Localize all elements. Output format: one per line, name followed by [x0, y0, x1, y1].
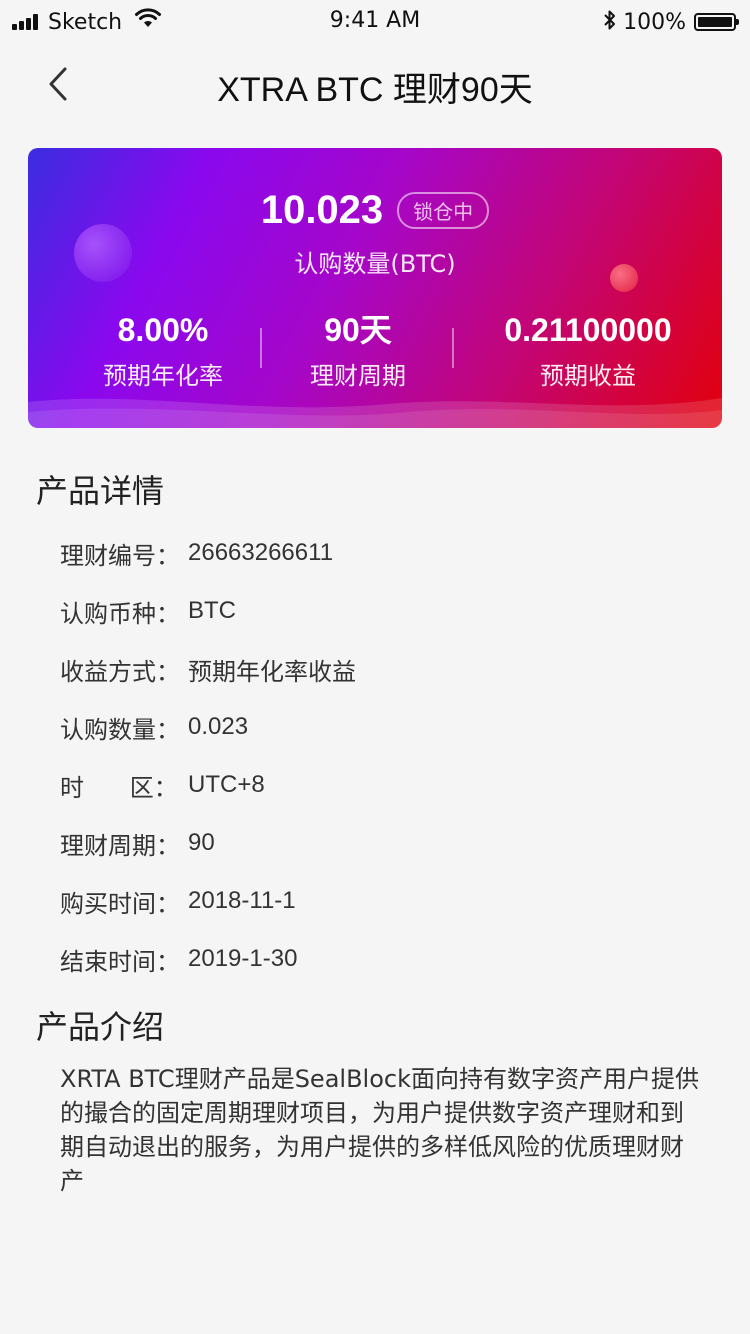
stat-annual-rate: 8.00% 预期年化率: [68, 312, 258, 391]
subscribed-amount: 10.023: [260, 188, 384, 232]
decorative-wave: [28, 398, 722, 428]
battery-percent: 100%: [623, 9, 686, 35]
detail-value: 2019-1-30: [188, 945, 298, 972]
summary-card: 10.023 锁仓中 认购数量(BTC) 8.00% 预期年化率 90天 理财周…: [28, 148, 722, 428]
detail-label: 认购币种：: [60, 599, 180, 628]
detail-label: 认购数量：: [60, 715, 180, 744]
stat-expected-earnings: 0.21100000 预期收益: [468, 312, 708, 391]
stat-value: 8.00%: [117, 312, 209, 348]
page-title: XTRA BTC 理财90天: [217, 71, 533, 109]
intro-text: XRTA BTC理财产品是SealBlock面向持有数字资产用户提供的撮合的固定…: [60, 1065, 699, 1195]
status-badge: 锁仓中: [397, 192, 490, 229]
detail-row: 时 区： UTC+8: [60, 756, 700, 814]
stat-divider: [452, 328, 454, 368]
detail-row: 购买时间： 2018-11-1: [60, 872, 700, 930]
stats-row: 8.00% 预期年化率 90天 理财周期 0.21100000 预期收益: [28, 312, 722, 391]
detail-row: 认购币种： BTC: [60, 582, 700, 640]
detail-value: 0.023: [188, 713, 249, 740]
stat-period: 90天 理财周期: [268, 312, 448, 391]
detail-label: 理财编号：: [60, 541, 180, 570]
status-bar: Sketch 9:41 AM 100%: [0, 0, 750, 44]
bluetooth-icon: [603, 9, 617, 35]
stat-value: 0.21100000: [504, 312, 672, 348]
hero-row: 10.023 锁仓中: [28, 188, 722, 233]
section-title-details: 产品详情: [36, 472, 165, 510]
detail-value: UTC+8: [188, 771, 265, 798]
detail-value: BTC: [188, 597, 236, 624]
stat-value: 90天: [324, 312, 392, 348]
stat-label: 预期收益: [540, 362, 636, 390]
detail-value: 2018-11-1: [188, 887, 296, 914]
detail-row: 认购数量： 0.023: [60, 698, 700, 756]
detail-list: 理财编号： 26663266611 认购币种： BTC 收益方式： 预期年化率收…: [60, 524, 700, 988]
subscribed-amount-label: 认购数量(BTC): [294, 250, 456, 278]
detail-value: 26663266611: [188, 539, 334, 566]
detail-label: 理财周期：: [60, 831, 180, 860]
status-right: 100%: [603, 8, 739, 36]
detail-row: 理财周期： 90: [60, 814, 700, 872]
detail-row: 理财编号： 26663266611: [60, 524, 700, 582]
detail-label: 时 区：: [60, 773, 178, 802]
detail-label: 收益方式：: [60, 657, 180, 686]
detail-label: 购买时间：: [60, 889, 180, 918]
stat-label: 理财周期: [310, 362, 406, 390]
detail-value: 90: [188, 829, 215, 856]
nav-bar: XTRA BTC 理财90天: [0, 44, 750, 124]
battery-icon: [694, 13, 739, 31]
stat-label: 预期年化率: [103, 362, 223, 390]
section-title-intro: 产品介绍: [36, 1008, 165, 1046]
stat-divider: [260, 328, 262, 368]
detail-row: 收益方式： 预期年化率收益: [60, 640, 700, 698]
detail-row: 结束时间： 2019-1-30: [60, 930, 700, 988]
detail-label: 结束时间：: [60, 947, 180, 976]
detail-value: 预期年化率收益: [188, 658, 356, 686]
